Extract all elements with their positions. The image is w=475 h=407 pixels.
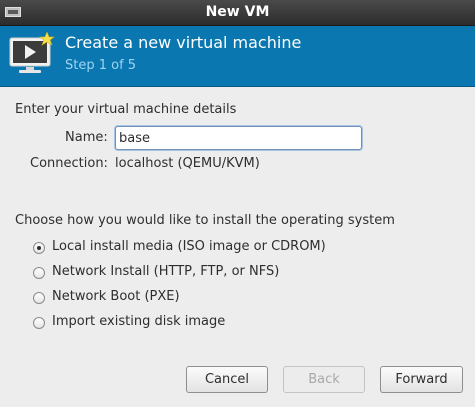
install-option-label: Import existing disk image xyxy=(52,314,226,329)
cancel-button[interactable]: Cancel xyxy=(186,366,268,393)
name-input[interactable] xyxy=(115,126,362,150)
radio-button[interactable] xyxy=(33,317,45,329)
radio-button[interactable] xyxy=(33,292,45,304)
radio-button[interactable] xyxy=(33,242,45,254)
forward-button[interactable]: Forward xyxy=(380,366,463,393)
window-titlebar[interactable]: New VM xyxy=(0,0,475,26)
connection-value: localhost (QEMU/KVM) xyxy=(115,156,260,171)
wizard-banner: Create a new virtual machine Step 1 of 5 xyxy=(0,26,475,87)
wizard-step: Step 1 of 5 xyxy=(65,58,137,73)
install-option-label: Network Boot (PXE) xyxy=(52,289,180,304)
window-title: New VM xyxy=(205,4,270,20)
details-section-label: Enter your virtual machine details xyxy=(15,102,237,117)
radio-button[interactable] xyxy=(33,267,45,279)
back-button[interactable]: Back xyxy=(283,366,365,393)
connection-label: Connection: xyxy=(30,156,108,171)
name-label: Name: xyxy=(65,130,108,145)
install-section-label: Choose how you would like to install the… xyxy=(15,213,395,228)
install-option-label: Network Install (HTTP, FTP, or NFS) xyxy=(52,264,280,279)
virtual-machine-icon xyxy=(9,32,55,73)
wizard-heading: Create a new virtual machine xyxy=(65,33,302,52)
install-option-label: Local install media (ISO image or CDROM) xyxy=(52,239,326,254)
